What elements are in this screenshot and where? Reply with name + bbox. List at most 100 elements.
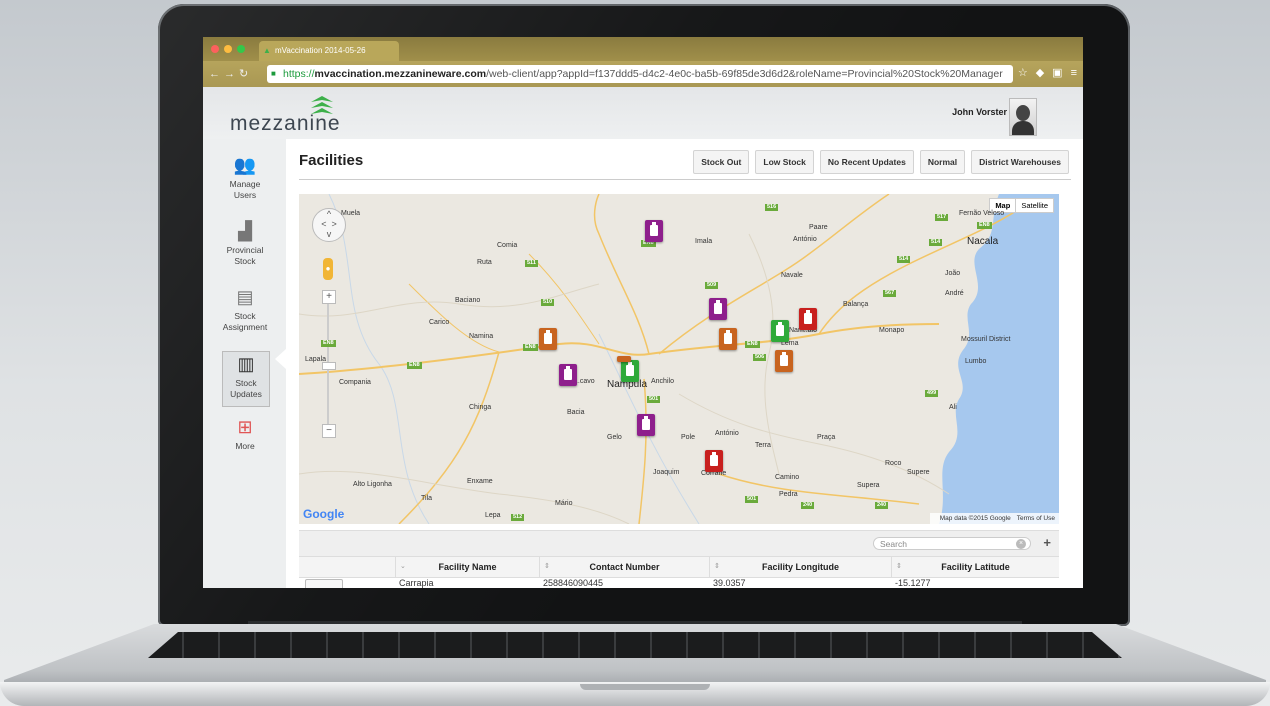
- facility-marker-low-stock[interactable]: [559, 364, 577, 386]
- map-attribution: Map data ©2015 Google Terms of Use: [929, 513, 1059, 524]
- column-header-contact-number[interactable]: ⇕ Contact Number: [539, 557, 709, 577]
- road-shield: EN8: [407, 362, 422, 369]
- back-arrow-icon[interactable]: ←: [209, 68, 224, 80]
- app-header: mezzanine John Vorster: [203, 87, 1083, 139]
- road-shield: 240: [801, 502, 815, 509]
- url-path: /web-client/app?appId=f137ddd5-d4c2-4e0c…: [486, 68, 1003, 80]
- map-place-label: Baciano: [455, 297, 481, 304]
- sidebar-item-stock-assignment[interactable]: ▤ Stock Assignment: [221, 287, 269, 333]
- sidebar-item-label: More: [235, 441, 255, 451]
- facility-marker-low-stock[interactable]: [645, 220, 663, 242]
- road-shield: EN8: [523, 344, 538, 351]
- facility-marker-no-recent-updates[interactable]: [719, 328, 737, 350]
- laptop-notch: [580, 684, 710, 690]
- column-header-facility-latitude[interactable]: ⇕ Facility Latitude: [891, 557, 1059, 577]
- map-place-label: Chinga: [469, 404, 492, 411]
- map-place-label: Supere: [907, 469, 930, 476]
- facility-marker-normal[interactable]: [621, 360, 639, 382]
- browser-toolbar-icons: ☆ ◆ ▣ ≡: [1010, 66, 1077, 79]
- column-header-facility-name[interactable]: ⌄ Facility Name: [395, 557, 539, 577]
- sidebar-item-more[interactable]: ⊞ More: [221, 417, 269, 452]
- browser-tab[interactable]: ▲ mVaccination 2014-05-26: [259, 41, 399, 61]
- maximize-window-icon[interactable]: [237, 45, 245, 53]
- active-indicator: [275, 349, 286, 369]
- filter-normal-button[interactable]: Normal: [919, 150, 966, 174]
- facility-marker-no-recent-updates[interactable]: [617, 356, 631, 362]
- road-shield: 506: [753, 354, 767, 361]
- map-place-label: Supera: [857, 482, 880, 489]
- minimize-window-icon[interactable]: [224, 45, 232, 53]
- facility-marker-no-recent-updates[interactable]: [775, 350, 793, 372]
- filter-stock-out-button[interactable]: Stock Out: [693, 150, 750, 174]
- map-place-label: ...cavo: [574, 378, 595, 385]
- filter-low-stock-button[interactable]: Low Stock: [755, 150, 814, 174]
- map-place-label: Terra: [755, 442, 771, 449]
- zoom-slider-thumb[interactable]: [322, 362, 336, 370]
- facility-marker-low-stock[interactable]: [637, 414, 655, 436]
- sidebar-item-provincial-stock[interactable]: ▟ Provincial Stock: [221, 221, 269, 267]
- road-shield: EN8: [321, 340, 336, 347]
- map-place-label: Comia: [497, 242, 518, 249]
- road-shield: EN8: [977, 222, 992, 229]
- map-place-label: Carico: [429, 319, 450, 326]
- table-row[interactable]: Carrapia 258846090445 39.0357 -15.1277: [299, 576, 1059, 588]
- map-place-label: Enxame: [467, 478, 493, 485]
- cell-contact-number: 258846090445: [543, 578, 604, 588]
- url-field[interactable]: ■ https://mvaccination.mezzanineware.com…: [267, 65, 1013, 83]
- clear-search-icon[interactable]: ×: [1016, 539, 1026, 549]
- close-window-icon[interactable]: [211, 45, 219, 53]
- page-title: Facilities: [299, 152, 364, 169]
- sidebar-item-stock-updates[interactable]: ▥ Stock Updates: [222, 351, 270, 407]
- zoom-out-button[interactable]: −: [322, 424, 336, 438]
- sidebar-item-label: Stock Assignment: [222, 311, 268, 332]
- map-place-label: Compania: [339, 379, 371, 386]
- avatar[interactable]: [1009, 98, 1037, 136]
- sidebar-item-manage-users[interactable]: 👥 Manage Users: [221, 155, 269, 201]
- zoom-in-button[interactable]: +: [322, 290, 336, 304]
- browser-nav: ←→↻: [209, 67, 252, 80]
- map-place-label: Lumbo: [965, 358, 987, 365]
- url-host: mvaccination.mezzanineware.com: [314, 68, 487, 80]
- extension-icon[interactable]: ◆: [1036, 67, 1044, 79]
- map-place-label: António: [793, 236, 817, 243]
- filter-district-warehouses-button[interactable]: District Warehouses: [971, 150, 1069, 174]
- map-place-label: Namina: [469, 333, 494, 340]
- menu-hamburger-icon[interactable]: ≡: [1071, 67, 1077, 79]
- column-header-facility-longitude[interactable]: ⇕ Facility Longitude: [709, 557, 891, 577]
- map-type-satellite-button[interactable]: Satellite: [1016, 199, 1053, 212]
- forward-arrow-icon[interactable]: →: [224, 68, 239, 80]
- street-view-pegman-icon[interactable]: ●: [323, 258, 333, 280]
- map-place-label: Mário: [555, 500, 573, 507]
- browser-address-row: ←→↻ ■ https://mvaccination.mezzanineware…: [203, 61, 1083, 87]
- facility-marker-stock-out[interactable]: [799, 308, 817, 330]
- map-place-label: João: [945, 270, 961, 277]
- row-action-button[interactable]: [305, 579, 343, 588]
- facilities-map[interactable]: Map Satellite ^ < > v ● + − Muela Comia Ima…: [299, 194, 1059, 524]
- terms-of-use-link[interactable]: Terms of Use: [1017, 515, 1055, 522]
- road-shield: 499: [925, 390, 939, 397]
- map-place-label: Pole: [681, 434, 696, 441]
- users-icon: 👥: [233, 155, 257, 175]
- extension-2-icon[interactable]: ▣: [1052, 67, 1062, 79]
- user-name[interactable]: John Vorster: [952, 107, 1007, 117]
- sidebar-item-label: Stock Updates: [230, 378, 262, 399]
- map-place-label: Bacia: [567, 409, 585, 416]
- facility-marker-normal[interactable]: [771, 320, 789, 342]
- sort-icon: ⇕: [544, 563, 550, 570]
- map-place-label: Fernão Veloso: [959, 210, 1005, 217]
- url-scheme: https://: [283, 68, 315, 80]
- filter-no-recent-updates-button[interactable]: No Recent Updates: [819, 150, 914, 174]
- reload-icon[interactable]: ↻: [239, 68, 252, 80]
- map-place-label: Gelo: [607, 434, 622, 441]
- add-facility-button[interactable]: +: [1043, 535, 1051, 550]
- road-shield: 501: [745, 496, 759, 503]
- facility-marker-low-stock[interactable]: [709, 298, 727, 320]
- search-input[interactable]: Search ×: [873, 537, 1031, 550]
- map-place-label: Anchilo: [651, 378, 674, 385]
- map-place-label: Nacala: [967, 236, 999, 247]
- bookmark-star-icon[interactable]: ☆: [1018, 67, 1028, 79]
- facility-marker-no-recent-updates[interactable]: [539, 328, 557, 350]
- facility-marker-stock-out[interactable]: [705, 450, 723, 472]
- mezzanine-logo[interactable]: mezzanine: [230, 112, 341, 136]
- google-logo: Google: [303, 507, 345, 521]
